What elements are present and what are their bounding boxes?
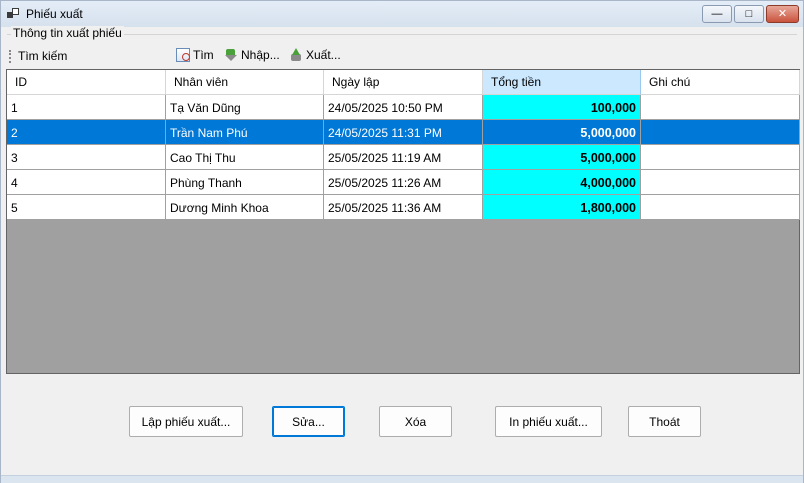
cell-date[interactable]: 25/05/2025 11:36 AM <box>324 195 483 220</box>
toolbar-grip[interactable] <box>9 50 11 63</box>
cell-employee[interactable]: Trần Nam Phú <box>166 120 324 145</box>
maximize-icon: □ <box>745 7 753 20</box>
export-label: Xuất... <box>306 48 341 62</box>
edit-button[interactable]: Sửa... <box>272 406 345 437</box>
column-header-note[interactable]: Ghi chú <box>641 70 800 95</box>
cell-total[interactable]: 5,000,000 <box>483 120 641 145</box>
table-row[interactable]: 1 Tạ Văn Dũng 24/05/2025 10:50 PM 100,00… <box>7 95 800 120</box>
cell-date[interactable]: 25/05/2025 11:19 AM <box>324 145 483 170</box>
cell-date[interactable]: 24/05/2025 10:50 PM <box>324 95 483 120</box>
cell-total[interactable]: 5,000,000 <box>483 145 641 170</box>
cell-date[interactable]: 25/05/2025 11:26 AM <box>324 170 483 195</box>
cell-note[interactable] <box>641 120 800 145</box>
create-invoice-button[interactable]: Lập phiếu xuất... <box>129 406 243 437</box>
import-button[interactable]: Nhập... <box>224 48 280 62</box>
cell-total[interactable]: 100,000 <box>483 95 641 120</box>
cell-date[interactable]: 24/05/2025 11:31 PM <box>324 120 483 145</box>
exit-button[interactable]: Thoát <box>628 406 701 437</box>
cell-note[interactable] <box>641 195 800 220</box>
cell-employee[interactable]: Dương Minh Khoa <box>166 195 324 220</box>
print-invoice-button[interactable]: In phiếu xuất... <box>495 406 602 437</box>
find-button[interactable]: Tìm <box>176 48 214 62</box>
column-header-id[interactable]: ID <box>7 70 166 95</box>
window-bottom-border <box>1 475 803 483</box>
find-icon <box>176 48 190 62</box>
table-row[interactable]: 4 Phùng Thanh 25/05/2025 11:26 AM 4,000,… <box>7 170 800 195</box>
close-icon: ✕ <box>777 7 788 20</box>
cell-employee[interactable]: Cao Thị Thu <box>166 145 324 170</box>
cell-total[interactable]: 4,000,000 <box>483 170 641 195</box>
cell-employee[interactable]: Phùng Thanh <box>166 170 324 195</box>
toolbar: Tìm kiếm Tìm Nhập... Xuất... <box>6 45 800 67</box>
cell-note[interactable] <box>641 170 800 195</box>
title-bar[interactable]: Phiếu xuất — □ ✕ <box>1 1 803 27</box>
import-arrow-icon <box>224 48 238 62</box>
find-label: Tìm <box>193 48 214 62</box>
table-row[interactable]: 5 Dương Minh Khoa 25/05/2025 11:36 AM 1,… <box>7 195 800 220</box>
search-label: Tìm kiếm <box>18 49 68 63</box>
cell-note[interactable] <box>641 145 800 170</box>
close-button[interactable]: ✕ <box>766 5 799 23</box>
column-header-employee[interactable]: Nhân viên <box>166 70 324 95</box>
cell-id[interactable]: 2 <box>7 120 166 145</box>
maximize-button[interactable]: □ <box>734 5 764 23</box>
cell-id[interactable]: 4 <box>7 170 166 195</box>
cell-total[interactable]: 1,800,000 <box>483 195 641 220</box>
cell-id[interactable]: 1 <box>7 95 166 120</box>
main-window: Phiếu xuất — □ ✕ Thông tin xuất phiếu Tì… <box>0 0 804 483</box>
grid-rows: 1 Tạ Văn Dũng 24/05/2025 10:50 PM 100,00… <box>7 95 800 220</box>
window-title: Phiếu xuất <box>26 7 83 21</box>
group-title: Thông tin xuất phiếu <box>11 26 124 40</box>
invoice-grid[interactable]: ID Nhân viên Ngày lập Tổng tiền Ghi chú … <box>6 69 800 374</box>
cell-id[interactable]: 5 <box>7 195 166 220</box>
export-arrow-icon <box>289 48 303 62</box>
export-button[interactable]: Xuất... <box>289 48 341 62</box>
column-header-date[interactable]: Ngày lập <box>324 70 483 95</box>
delete-button[interactable]: Xóa <box>379 406 452 437</box>
table-row-selected[interactable]: 2 Trần Nam Phú 24/05/2025 11:31 PM 5,000… <box>7 120 800 145</box>
app-icon <box>7 8 19 19</box>
minimize-icon: — <box>711 7 723 20</box>
group-border <box>7 34 797 35</box>
minimize-button[interactable]: — <box>702 5 732 23</box>
cell-note[interactable] <box>641 95 800 120</box>
import-label: Nhập... <box>241 48 280 62</box>
table-row[interactable]: 3 Cao Thị Thu 25/05/2025 11:19 AM 5,000,… <box>7 145 800 170</box>
cell-employee[interactable]: Tạ Văn Dũng <box>166 95 324 120</box>
cell-id[interactable]: 3 <box>7 145 166 170</box>
column-header-total[interactable]: Tổng tiền <box>483 70 641 95</box>
grid-header: ID Nhân viên Ngày lập Tổng tiền Ghi chú <box>7 70 800 95</box>
